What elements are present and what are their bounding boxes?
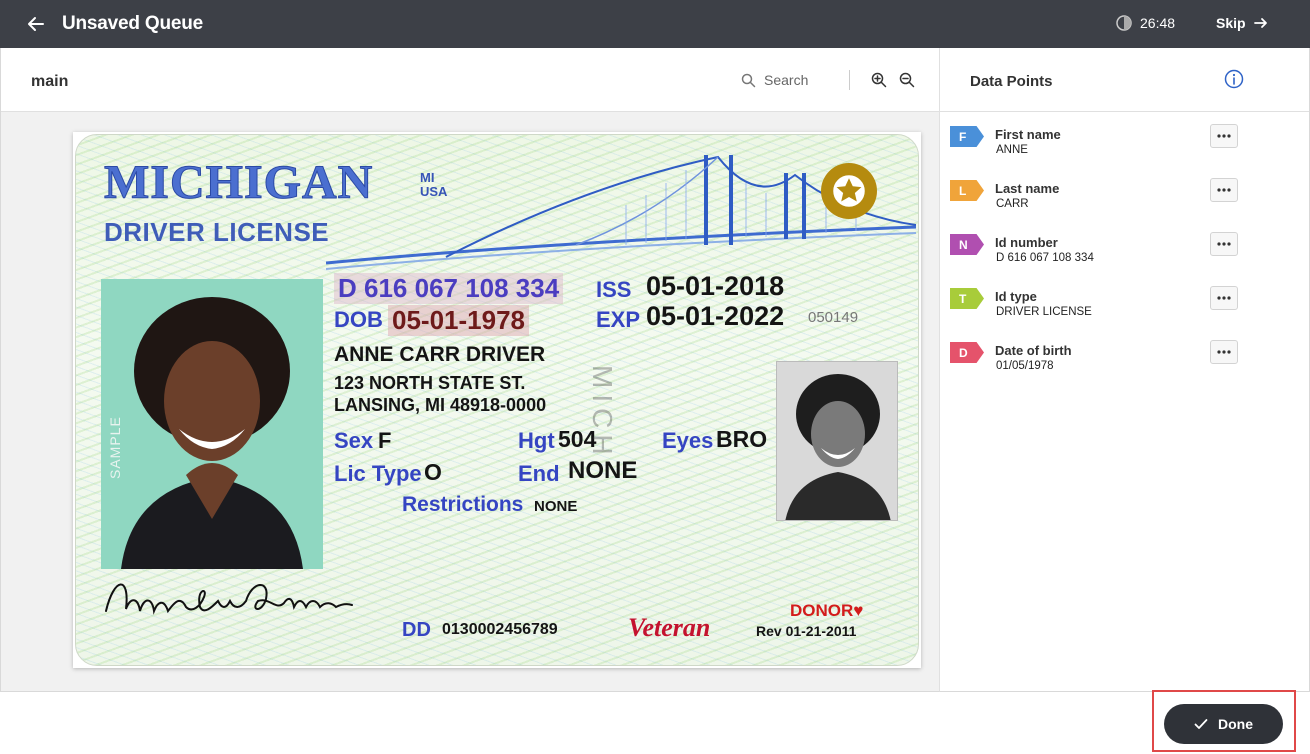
data-point-label: First name (995, 127, 1061, 142)
data-point-value: DRIVER LICENSE (996, 306, 1092, 318)
more-options-button[interactable] (1210, 340, 1238, 364)
sex-label: Sex (334, 428, 374, 453)
dd-label: DD (402, 619, 431, 641)
iss-label: ISS (596, 277, 632, 302)
end-value: NONE (568, 457, 638, 484)
skip-label: Skip (1216, 15, 1246, 31)
search-input[interactable]: Search (741, 72, 808, 88)
data-point-label: Id type (995, 289, 1037, 304)
ellipsis-icon (1217, 350, 1231, 354)
eyes-value: BRO (716, 426, 768, 452)
more-options-button[interactable] (1210, 124, 1238, 148)
data-point-value: D 616 067 108 334 (996, 252, 1094, 264)
license-card: MICHIGAN MI USA DRIVER LICENSE SAMPLE D … (75, 134, 919, 666)
data-point-tag: T (950, 288, 984, 309)
sex-value: F (378, 428, 392, 453)
more-options-button[interactable] (1210, 232, 1238, 256)
queue-title: Unsaved Queue (62, 13, 204, 34)
data-point-tag: D (950, 342, 984, 363)
ghost-photo (776, 361, 898, 521)
data-point-last-name[interactable]: L Last name CARR (950, 174, 1250, 222)
search-icon (741, 73, 756, 87)
data-point-tag: L (950, 180, 984, 201)
search-placeholder: Search (764, 72, 809, 88)
timer-icon (1116, 15, 1132, 31)
info-icon[interactable] (1224, 69, 1244, 89)
end-label: End (518, 461, 560, 486)
dob-label: DOB (334, 307, 383, 332)
eyes-label: Eyes (662, 428, 714, 453)
data-point-id-type[interactable]: T Id type DRIVER LICENSE (950, 282, 1250, 330)
heart-icon: ♥ (853, 601, 864, 620)
dd-value: 0130002456789 (442, 621, 558, 638)
data-points-header: Data Points (940, 48, 1309, 112)
check-icon (1194, 719, 1208, 729)
data-point-id-number[interactable]: N Id number D 616 067 108 334 (950, 228, 1250, 276)
license-type: DRIVER LICENSE (104, 217, 330, 247)
more-options-button[interactable] (1210, 286, 1238, 310)
ellipsis-icon (1217, 134, 1231, 138)
data-point-tag: N (950, 234, 984, 255)
zoom-out-icon[interactable] (899, 72, 915, 88)
lic-type-value: O (424, 459, 442, 485)
ellipsis-icon (1217, 296, 1231, 300)
data-point-date-of-birth[interactable]: D Date of birth 01/05/1978 (950, 336, 1250, 384)
sample-text: SAMPLE (107, 416, 123, 479)
document-image[interactable]: MICHIGAN MI USA DRIVER LICENSE SAMPLE D … (73, 132, 921, 668)
license-name: ANNE CARR DRIVER (334, 343, 546, 366)
data-point-first-name[interactable]: F First name ANNE (950, 120, 1250, 168)
data-points-title: Data Points (970, 73, 1053, 90)
address-line-1: 123 NORTH STATE ST. (334, 373, 526, 393)
skip-button[interactable]: Skip (1216, 15, 1268, 31)
document-panel: main Search MICHIGAN MI USA DRIVER LICEN… (0, 48, 940, 692)
exp-label: EXP (596, 307, 641, 332)
timer-value: 26:48 (1140, 15, 1176, 31)
done-label: Done (1218, 716, 1253, 732)
data-point-label: Id number (995, 235, 1058, 250)
top-bar: Unsaved Queue 26:48 Skip (0, 0, 1310, 48)
restrictions-value: NONE (534, 498, 578, 515)
lic-type-label: Lic Type (334, 461, 422, 486)
ellipsis-icon (1217, 242, 1231, 246)
data-points-panel: Data Points F First name ANNE L Last nam… (939, 48, 1310, 692)
signature (105, 583, 353, 615)
document-header: main Search (1, 48, 939, 112)
data-point-value: CARR (996, 198, 1029, 210)
arrow-right-icon (1253, 18, 1267, 28)
more-options-button[interactable] (1210, 178, 1238, 202)
license-photo: SAMPLE (101, 279, 323, 569)
hgt-label: Hgt (518, 428, 555, 453)
donor-label: DONOR♥ (790, 601, 864, 620)
back-arrow-icon[interactable] (24, 12, 48, 36)
veteran-label: Veteran (628, 613, 711, 642)
data-point-label: Last name (995, 181, 1060, 196)
revision-date: Rev 01-21-2011 (756, 623, 857, 639)
data-point-value: ANNE (996, 144, 1028, 156)
data-point-tag: F (950, 126, 984, 147)
vertical-text: MICH (587, 365, 618, 461)
exp-value: 05-01-2022 (646, 301, 785, 331)
address-line-2: LANSING, MI 48918-0000 (334, 395, 547, 415)
timer: 26:48 (1116, 15, 1175, 31)
dob-value: 05-01-1978 (388, 305, 529, 336)
star-seal-icon (821, 163, 877, 219)
restrictions-label: Restrictions (402, 493, 524, 516)
iss-value: 05-01-2018 (646, 271, 785, 301)
license-id-number: D 616 067 108 334 (334, 273, 564, 304)
zoom-in-icon[interactable] (871, 72, 887, 88)
data-point-value: 01/05/1978 (996, 360, 1054, 372)
document-name: main (31, 73, 69, 90)
small-number: 050149 (808, 309, 859, 326)
done-button[interactable]: Done (1164, 704, 1283, 744)
toolbar-divider (849, 70, 850, 90)
data-point-label: Date of birth (995, 343, 1072, 358)
ellipsis-icon (1217, 188, 1231, 192)
